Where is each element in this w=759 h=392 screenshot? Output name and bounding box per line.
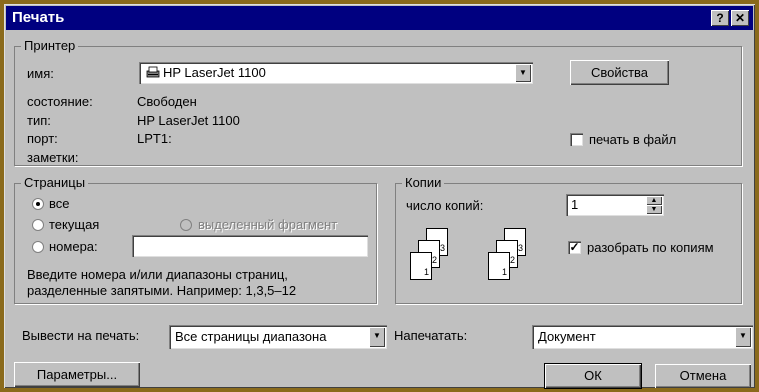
ok-button[interactable]: ОК: [544, 363, 642, 389]
properties-button[interactable]: Свойства: [570, 60, 669, 85]
page-numbers-input[interactable]: [132, 235, 368, 257]
pages-group: Страницы все текущая выделенный фрагмент…: [14, 175, 377, 304]
copies-legend: Копии: [402, 175, 445, 190]
type-value: HP LaserJet 1100: [137, 113, 240, 128]
print-to-file-checkbox[interactable]: [570, 133, 583, 146]
options-button[interactable]: Параметры...: [14, 362, 140, 387]
notes-label: заметки:: [27, 150, 79, 165]
printer-icon: [145, 66, 161, 79]
print-value: Документ: [538, 329, 596, 344]
print-what-dropdown[interactable]: Все страницы диапазона ▼: [169, 325, 387, 349]
print-what-label: Вывести на печать:: [22, 328, 140, 343]
current-page-label[interactable]: текущая: [49, 217, 99, 232]
spin-down-icon[interactable]: ▼: [646, 205, 662, 214]
collated-stack-icon: 3 2 1: [404, 228, 454, 292]
copies-count-spinner[interactable]: 1 ▲ ▼: [566, 194, 664, 216]
print-dropdown[interactable]: Документ ▼: [532, 325, 753, 349]
title-bar: Печать ? ✕: [6, 6, 753, 30]
spin-up-icon[interactable]: ▲: [646, 196, 662, 205]
printer-name-label: имя:: [27, 66, 54, 81]
status-value: Свободен: [137, 94, 197, 109]
print-label: Напечатать:: [394, 328, 468, 343]
copies-count-label: число копий:: [406, 198, 484, 213]
copies-group: Копии число копий: 1 ▲ ▼ 3 2 1 3 2 1 ✓ р…: [395, 175, 742, 304]
chevron-down-icon[interactable]: ▼: [735, 327, 751, 347]
page-icon: 1: [488, 252, 510, 280]
status-label: состояние:: [27, 94, 93, 109]
pages-hint-line1: Введите номера и/или диапазоны страниц,: [27, 267, 288, 282]
print-to-file-label[interactable]: печать в файл: [589, 132, 676, 147]
pages-hint-line2: разделенные запятыми. Например: 1,3,5–12: [27, 283, 297, 298]
all-pages-label[interactable]: все: [49, 196, 70, 211]
pages-legend: Страницы: [21, 175, 89, 190]
cancel-button[interactable]: Отмена: [655, 364, 751, 388]
chevron-down-icon[interactable]: ▼: [515, 64, 531, 82]
printer-legend: Принтер: [21, 38, 79, 53]
print-dialog: Печать ? ✕ Принтер имя: HP LaserJet 1100…: [4, 4, 755, 389]
collated-stack-icon: 3 2 1: [482, 228, 532, 292]
selection-radio[interactable]: [180, 219, 192, 231]
printer-group: Принтер имя: HP LaserJet 1100 ▼ Свойства…: [14, 38, 742, 166]
page-numbers-radio[interactable]: [32, 241, 44, 253]
copies-count-value: 1: [571, 197, 579, 212]
page-icon: 1: [410, 252, 432, 280]
collate-checkbox[interactable]: ✓: [568, 241, 581, 254]
collate-label[interactable]: разобрать по копиям: [587, 240, 714, 255]
print-what-value: Все страницы диапазона: [175, 329, 327, 344]
page-numbers-label[interactable]: номера:: [49, 239, 98, 254]
help-button[interactable]: ?: [711, 10, 729, 26]
port-value: LPT1:: [137, 131, 172, 146]
window-title: Печать: [12, 9, 65, 26]
printer-name-value: HP LaserJet 1100: [163, 65, 266, 80]
printer-name-dropdown[interactable]: HP LaserJet 1100 ▼: [139, 62, 533, 84]
all-pages-radio[interactable]: [32, 198, 44, 210]
type-label: тип:: [27, 113, 51, 128]
port-label: порт:: [27, 131, 58, 146]
chevron-down-icon[interactable]: ▼: [369, 327, 385, 347]
selection-label[interactable]: выделенный фрагмент: [198, 217, 337, 232]
close-button[interactable]: ✕: [731, 10, 749, 26]
current-page-radio[interactable]: [32, 219, 44, 231]
